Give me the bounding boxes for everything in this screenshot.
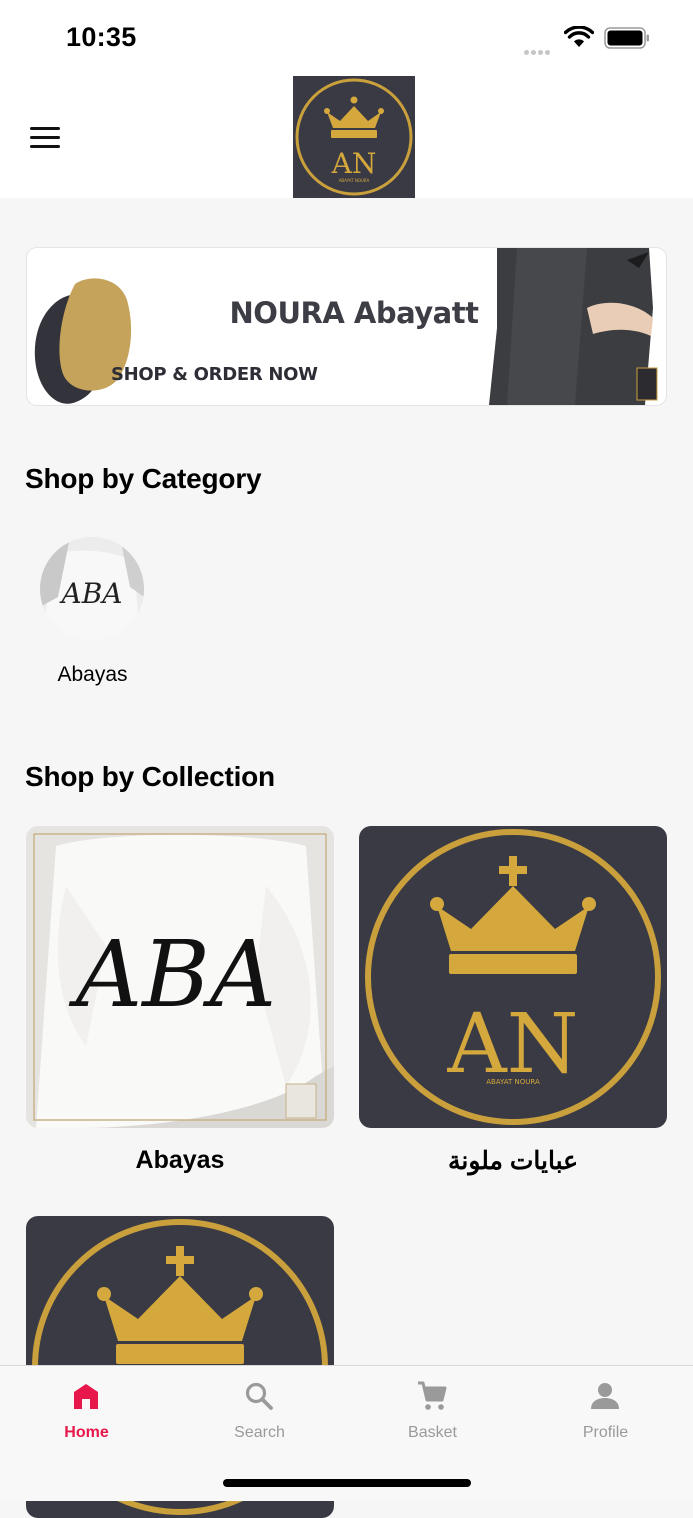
collection-thumb: ABA [26, 826, 334, 1128]
collection-section-title: Shop by Collection [25, 761, 275, 792]
category-thumb: ABA [40, 537, 144, 641]
banner-model-photo [489, 248, 658, 405]
cellular-signal-icon [524, 42, 552, 60]
crown-icon [324, 96, 384, 138]
cart-icon [418, 1381, 447, 1410]
search-icon [245, 1382, 273, 1410]
brand-logo[interactable]: AN ABAYAT NOURA [293, 76, 415, 198]
svg-text:ABAYAT NOURA: ABAYAT NOURA [486, 1078, 540, 1086]
bottom-tab-bar: Home Search Basket Profile [0, 1365, 693, 1501]
tab-label: Home [64, 1424, 109, 1441]
promo-banner[interactable]: NOURA Abayatt SHOP & ORDER NOW [27, 248, 666, 405]
svg-text:AN: AN [331, 147, 377, 180]
tab-home[interactable]: Home [0, 1366, 173, 1466]
banner-subtitle: SHOP & ORDER NOW [111, 364, 318, 385]
tab-profile[interactable]: Profile [519, 1366, 692, 1466]
collection-thumb: AN ABAYAT NOURA [359, 826, 667, 1128]
collection-label: عبايات ملونة [447, 1147, 579, 1175]
category-section-title: Shop by Category [25, 463, 262, 494]
brand-logo-emblem: AN ABAYAT NOURA [295, 78, 413, 196]
user-icon [591, 1383, 619, 1409]
hamburger-menu-icon[interactable] [30, 125, 62, 149]
svg-text:ABA: ABA [68, 921, 277, 1028]
tab-search[interactable]: Search [173, 1366, 346, 1466]
tab-basket[interactable]: Basket [346, 1366, 519, 1466]
collection-label: Abayas [135, 1146, 225, 1174]
home-indicator [223, 1479, 471, 1487]
category-label: Abayas [57, 663, 128, 686]
svg-text:ABA: ABA [58, 577, 122, 610]
banner-title: NOURA Abayatt [229, 296, 479, 330]
tab-label: Profile [582, 1424, 629, 1441]
status-bar: 10:35 [0, 0, 693, 76]
svg-text:ABAYAT NOURA: ABAYAT NOURA [339, 178, 370, 183]
wifi-icon [564, 26, 594, 47]
category-item-abayas[interactable]: ABA Abayas [40, 537, 146, 697]
status-time: 10:35 [66, 22, 137, 52]
app-header: AN ABAYAT NOURA [0, 76, 693, 198]
tab-label: Search [234, 1424, 285, 1441]
home-icon [74, 1384, 98, 1409]
battery-icon [604, 27, 649, 49]
tab-label: Basket [408, 1424, 457, 1441]
